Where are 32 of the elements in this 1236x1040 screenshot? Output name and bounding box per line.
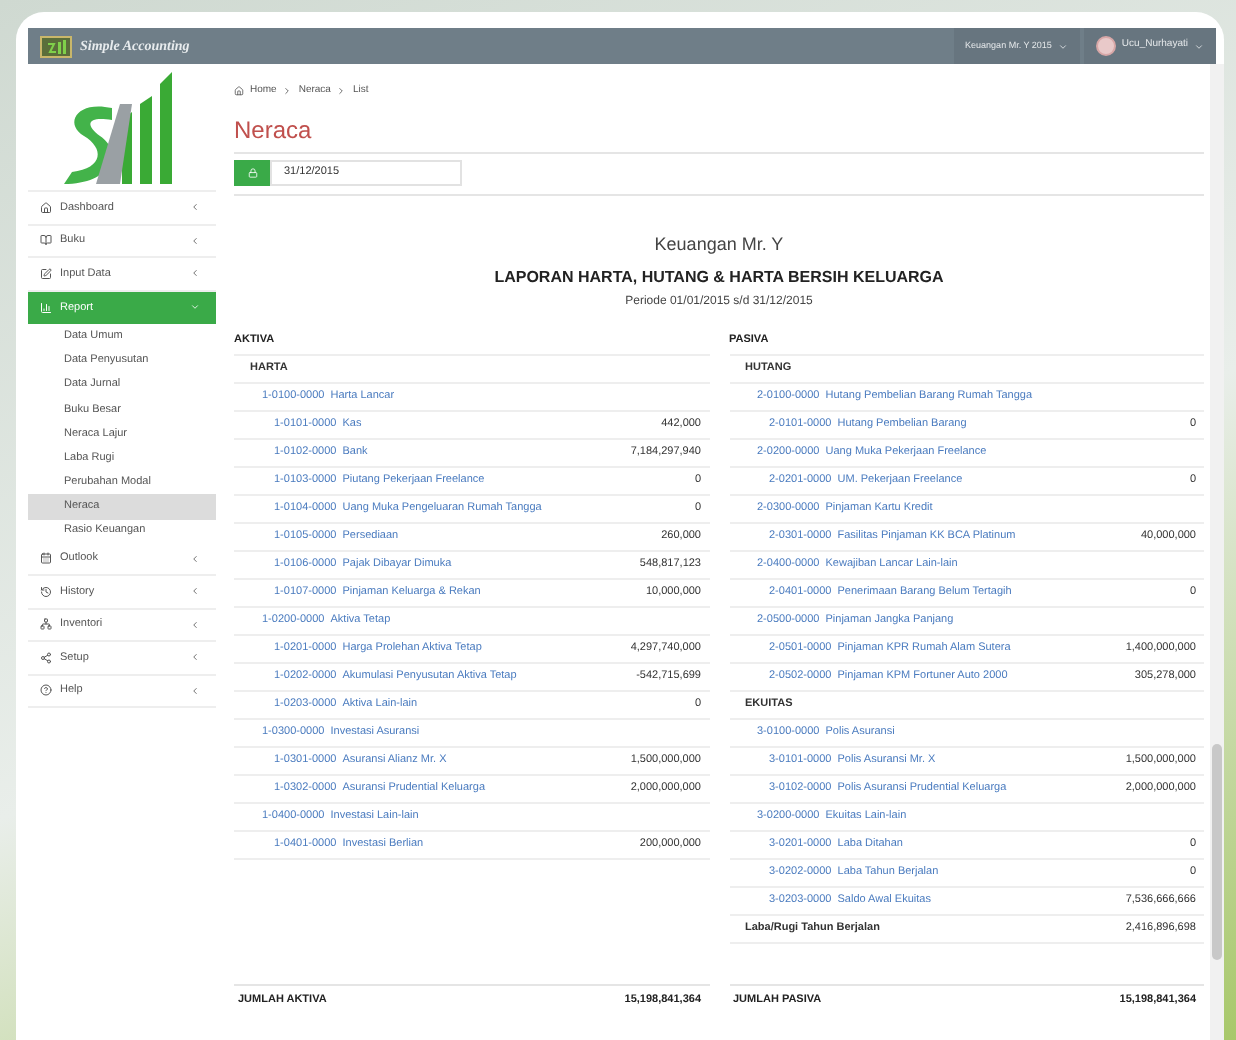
home-icon <box>40 201 52 214</box>
caret-icon <box>190 652 200 663</box>
calendar-icon <box>40 552 52 565</box>
brand-logo-icon <box>40 35 72 57</box>
history-icon <box>40 585 52 598</box>
scrollbar[interactable] <box>1210 64 1224 1040</box>
caret-icon <box>190 268 200 279</box>
report-title: LAPORAN HARTA, HUTANG & HARTA BERSIH KELUARGA <box>494 266 944 290</box>
home-icon <box>234 86 244 97</box>
caret-icon <box>190 586 200 597</box>
caret-icon <box>190 685 200 696</box>
caret-icon <box>1194 41 1204 51</box>
lock-button[interactable] <box>234 159 270 185</box>
page-title: Neraca <box>234 111 1204 153</box>
scrollbar-thumb[interactable] <box>1212 744 1222 960</box>
caret-icon <box>190 553 200 564</box>
caret-icon <box>190 302 200 313</box>
caret-icon <box>190 202 200 213</box>
book-icon <box>40 234 52 247</box>
avatar <box>1095 36 1116 56</box>
caret-icon <box>190 235 200 246</box>
caret-icon <box>1057 41 1068 51</box>
bar-chart-icon <box>40 301 52 314</box>
lock-icon <box>247 167 257 177</box>
chevron-icon <box>282 86 293 97</box>
share-icon <box>40 651 52 664</box>
edit-icon <box>40 267 52 280</box>
help-icon <box>40 684 52 697</box>
chevron-icon <box>336 86 347 97</box>
caret-icon <box>190 619 200 630</box>
network-icon <box>40 618 52 631</box>
company-name: Keuangan Mr. Y <box>654 231 784 258</box>
